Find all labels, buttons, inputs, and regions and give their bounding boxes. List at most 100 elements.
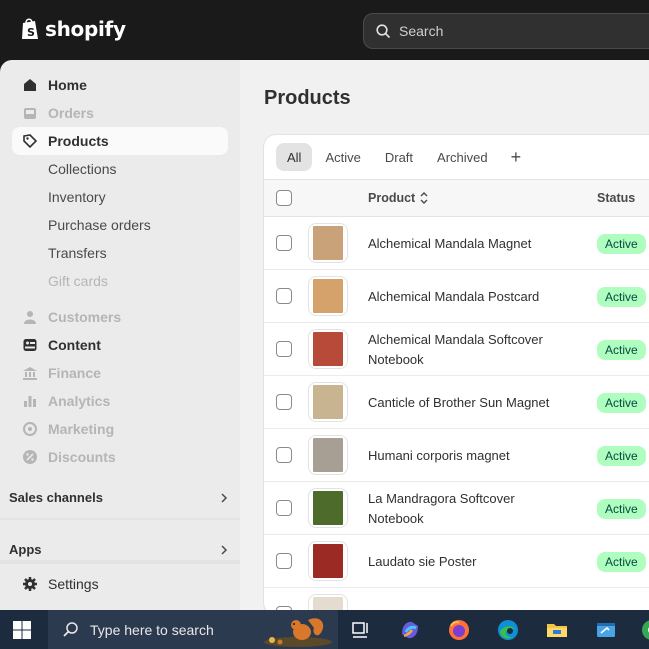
file-explorer-icon[interactable]	[545, 618, 569, 642]
sidebar-divider	[0, 518, 240, 520]
select-all-checkbox[interactable]	[276, 190, 292, 206]
sidebar-item-collections[interactable]: Collections	[12, 155, 228, 183]
sidebar-item-products[interactable]: Products	[12, 127, 228, 155]
apps-header[interactable]: Apps	[9, 542, 229, 557]
filter-tabs: All Active Draft Archived +	[264, 135, 649, 179]
table-header: Product Status	[264, 179, 649, 217]
product-name[interactable]: Alchemical Mandala Softcover Notebook	[368, 330, 568, 370]
product-image	[313, 332, 343, 366]
copilot-icon[interactable]	[398, 618, 422, 642]
product-name[interactable]: Canticle of Brother Sun Magnet	[368, 393, 568, 413]
taskbar-search-text: Type here to search	[90, 621, 214, 638]
row-checkbox[interactable]	[276, 394, 292, 410]
table-row[interactable]: Humani corporis magnet Active	[264, 429, 649, 482]
product-image	[313, 491, 343, 525]
product-name[interactable]: Laudato sie Poster	[368, 552, 568, 572]
chrome-icon[interactable]	[640, 618, 649, 642]
product-thumbnail[interactable]	[308, 276, 348, 316]
search-icon	[63, 621, 78, 637]
firefox-icon[interactable]	[447, 618, 471, 642]
row-checkbox[interactable]	[276, 235, 292, 251]
sidebar-item-label: Gift cards	[48, 273, 108, 289]
sidebar-item-label: Finance	[48, 365, 101, 381]
product-image	[313, 438, 343, 472]
product-thumbnail[interactable]	[308, 223, 348, 263]
tab-archived[interactable]: Archived	[426, 143, 499, 171]
sidebar-item-label: Products	[48, 133, 109, 149]
row-checkbox[interactable]	[276, 500, 292, 516]
squirrel-illustration-icon	[264, 618, 332, 647]
product-thumbnail[interactable]	[308, 329, 348, 369]
app-window-icon[interactable]	[594, 618, 618, 642]
sidebar-item-label: Collections	[48, 161, 117, 177]
home-icon	[24, 79, 36, 91]
sidebar-item-content[interactable]: Content	[12, 331, 228, 359]
table-row[interactable]: Alchemical Mandala Postcard Active	[264, 270, 649, 323]
table-row[interactable]: Alchemical Mandala Magnet Active	[264, 217, 649, 270]
product-name[interactable]: Alchemical Mandala Magnet	[368, 234, 568, 254]
sidebar-item-gift-cards[interactable]: Gift cards	[12, 267, 228, 295]
add-view-button[interactable]: +	[501, 143, 532, 171]
product-name[interactable]: Alchemical Mandala Postcard	[368, 287, 568, 307]
table-row[interactable]: La Mandragora Softcover Notebook Active	[264, 482, 649, 535]
search-input[interactable]	[399, 23, 629, 39]
tag-icon	[23, 134, 38, 149]
product-image	[313, 279, 343, 313]
sidebar-item-purchase-orders[interactable]: Purchase orders	[12, 211, 228, 239]
edge-icon[interactable]	[496, 618, 520, 642]
sidebar-item-label: Purchase orders	[48, 217, 151, 233]
windows-start-icon[interactable]	[12, 620, 32, 640]
discount-icon	[23, 450, 37, 464]
table-row[interactable]: Alchemical Mandala Softcover Notebook Act…	[264, 323, 649, 376]
page-title: Products	[264, 87, 351, 109]
bar-chart-icon	[24, 396, 36, 407]
sidebar-item-discounts[interactable]: Discounts	[12, 443, 228, 471]
product-thumbnail[interactable]	[308, 382, 348, 422]
sidebar-item-label: Inventory	[48, 189, 106, 205]
product-column-header[interactable]: Product	[368, 191, 429, 205]
chevron-right-icon	[221, 544, 228, 555]
sidebar-item-customers[interactable]: Customers	[12, 303, 228, 331]
product-name[interactable]: La Mandragora Softcover Notebook	[368, 489, 568, 529]
tab-draft[interactable]: Draft	[374, 143, 424, 171]
top-bar: S shopify	[0, 0, 649, 60]
sidebar-item-marketing[interactable]: Marketing	[12, 415, 228, 443]
tab-all[interactable]: All	[276, 143, 313, 171]
inbox-icon	[24, 108, 36, 119]
product-thumbnail[interactable]	[308, 435, 348, 475]
search-bar[interactable]	[363, 13, 649, 49]
row-checkbox[interactable]	[276, 447, 292, 463]
tab-active[interactable]: Active	[314, 143, 371, 171]
product-thumbnail[interactable]	[308, 488, 348, 528]
product-image	[313, 544, 343, 578]
table-row[interactable]: Laudato sie Poster Active	[264, 535, 649, 588]
sidebar-item-transfers[interactable]: Transfers	[12, 239, 228, 267]
chevron-right-icon	[221, 492, 228, 503]
sales-channels-header[interactable]: Sales channels	[9, 490, 229, 505]
product-name[interactable]: Humani corporis magnet	[368, 446, 568, 466]
task-view-icon[interactable]	[349, 618, 373, 642]
sidebar-item-inventory[interactable]: Inventory	[12, 183, 228, 211]
shopify-logo[interactable]: S shopify	[20, 17, 126, 41]
sidebar-item-analytics[interactable]: Analytics	[12, 387, 228, 415]
row-checkbox[interactable]	[276, 553, 292, 569]
search-icon	[376, 24, 390, 38]
sidebar-item-home[interactable]: Home	[12, 71, 228, 99]
content-icon	[23, 339, 37, 351]
apps-label: Apps	[9, 542, 42, 557]
row-checkbox[interactable]	[276, 288, 292, 304]
row-checkbox[interactable]	[276, 341, 292, 357]
person-icon	[24, 311, 36, 324]
taskbar-search[interactable]: Type here to search	[48, 610, 338, 649]
status-column-header[interactable]: Status	[597, 191, 635, 205]
table-row[interactable]: Canticle of Brother Sun Magnet Active	[264, 376, 649, 429]
sidebar-item-settings[interactable]: Settings	[12, 570, 228, 598]
windows-taskbar: Type here to search	[0, 610, 649, 649]
product-thumbnail[interactable]	[308, 541, 348, 581]
sidebar-item-label: Discounts	[48, 449, 116, 465]
sidebar-item-finance[interactable]: Finance	[12, 359, 228, 387]
sidebar-item-label: Analytics	[48, 393, 111, 409]
sidebar-item-orders[interactable]: Orders	[12, 99, 228, 127]
status-badge: Active	[597, 340, 646, 360]
sidebar-item-label: Home	[48, 77, 87, 93]
